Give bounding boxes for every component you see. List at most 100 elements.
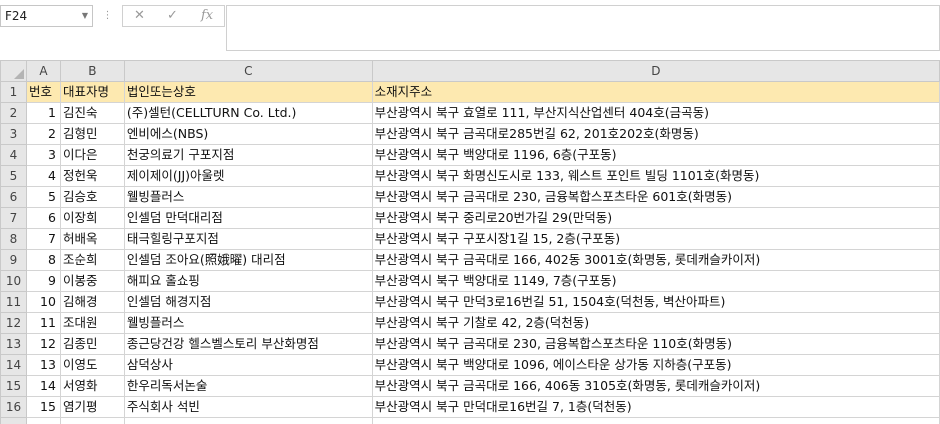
cell-representative[interactable]: 이봉중 bbox=[59, 270, 125, 292]
row-header[interactable]: 15 bbox=[0, 375, 27, 397]
cell-address[interactable]: 부산광역시 북구 금곡대로285번길 62, 201호202호(화명동) bbox=[371, 123, 940, 145]
header-cell-company[interactable]: 법인또는상호 bbox=[123, 81, 373, 103]
row-header[interactable]: 9 bbox=[0, 249, 27, 271]
cell-representative[interactable]: 김진숙 bbox=[59, 102, 125, 124]
cell-address[interactable]: 부산광역시 북구 금곡대로 166, 402동 3001호(화명동, 롯데캐슬카… bbox=[371, 249, 940, 271]
row-header[interactable]: 5 bbox=[0, 165, 27, 187]
cell-company[interactable]: 엔비에스(NBS) bbox=[123, 123, 373, 145]
cell[interactable] bbox=[371, 417, 940, 424]
cell-company[interactable]: 인셀덤 만덕대리점 bbox=[123, 207, 373, 229]
cell-representative[interactable]: 정헌욱 bbox=[59, 165, 125, 187]
cell-company[interactable]: 천궁의료기 구포지점 bbox=[123, 144, 373, 166]
cell-number[interactable]: 8 bbox=[25, 249, 61, 271]
cell-company[interactable]: 웰빙플러스 bbox=[123, 312, 373, 334]
cell-company[interactable]: 웰빙플러스 bbox=[123, 186, 373, 208]
cell-representative[interactable]: 김종민 bbox=[59, 333, 125, 355]
cell-address[interactable]: 부산광역시 북구 금곡대로 230, 금융복합스포츠타운 110호(화명동) bbox=[371, 333, 940, 355]
cell-representative[interactable]: 허배옥 bbox=[59, 228, 125, 250]
cell-representative[interactable]: 김형민 bbox=[59, 123, 125, 145]
cell-representative[interactable]: 염기평 bbox=[59, 396, 125, 418]
cell-address[interactable]: 부산광역시 북구 금곡대로 230, 금융복합스포츠타운 601호(화명동) bbox=[371, 186, 940, 208]
row-header[interactable]: 12 bbox=[0, 312, 27, 334]
cell-representative[interactable]: 이다은 bbox=[59, 144, 125, 166]
formula-input[interactable] bbox=[226, 5, 940, 51]
header-cell-address[interactable]: 소재지주소 bbox=[371, 81, 940, 103]
name-box[interactable]: F24 ▼ bbox=[0, 5, 93, 27]
cell-address[interactable]: 부산광역시 북구 백양대로 1196, 6층(구포동) bbox=[371, 144, 940, 166]
cell-number[interactable]: 2 bbox=[25, 123, 61, 145]
cell-company[interactable]: 주식회사 석빈 bbox=[123, 396, 373, 418]
cell[interactable] bbox=[59, 417, 125, 424]
row-header[interactable]: 11 bbox=[0, 291, 27, 313]
cell-address[interactable]: 부산광역시 북구 중리로20번가길 29(만덕동) bbox=[371, 207, 940, 229]
enter-icon[interactable]: ✓ bbox=[167, 7, 178, 25]
cell-representative[interactable]: 김승호 bbox=[59, 186, 125, 208]
header-cell-number[interactable]: 번호 bbox=[25, 81, 61, 103]
row-header[interactable]: 13 bbox=[0, 333, 27, 355]
cell-address[interactable]: 부산광역시 북구 만덕대로16번길 7, 1층(덕천동) bbox=[371, 396, 940, 418]
row-header[interactable]: 3 bbox=[0, 123, 27, 145]
cell-address[interactable]: 부산광역시 북구 구포시장1길 15, 2층(구포동) bbox=[371, 228, 940, 250]
row-header[interactable]: 2 bbox=[0, 102, 27, 124]
cell[interactable] bbox=[25, 417, 61, 424]
cell-company[interactable]: 태극힐링구포지점 bbox=[123, 228, 373, 250]
cell-address[interactable]: 부산광역시 북구 화명신도시로 133, 웨스트 포인트 빌딩 1101호(화명… bbox=[371, 165, 940, 187]
cell-number[interactable]: 9 bbox=[25, 270, 61, 292]
cell-address[interactable]: 부산광역시 북구 금곡대로 166, 406동 3105호(화명동, 롯데캐슬카… bbox=[371, 375, 940, 397]
cell-number[interactable]: 6 bbox=[25, 207, 61, 229]
cell-company[interactable]: (주)셀턴(CELLTURN Co. Ltd.) bbox=[123, 102, 373, 124]
cell-company[interactable]: 종근당건강 헬스벨스토리 부산화명점 bbox=[123, 333, 373, 355]
cell-representative[interactable]: 서영화 bbox=[59, 375, 125, 397]
row-header[interactable]: 10 bbox=[0, 270, 27, 292]
cell[interactable] bbox=[123, 417, 373, 424]
header-cell-representative[interactable]: 대표자명 bbox=[59, 81, 125, 103]
cell-number[interactable]: 5 bbox=[25, 186, 61, 208]
cell-number[interactable]: 10 bbox=[25, 291, 61, 313]
cell-address[interactable]: 부산광역시 북구 백양대로 1096, 에이스타운 상가동 지하층(구포동) bbox=[371, 354, 940, 376]
row-header[interactable]: 7 bbox=[0, 207, 27, 229]
cell-representative[interactable]: 조대원 bbox=[59, 312, 125, 334]
table-row: 9 8 조순희 인셀덤 조아요(照娥曜) 대리점 부산광역시 북구 금곡대로 166, … bbox=[0, 249, 940, 271]
cell-address[interactable]: 부산광역시 북구 효열로 111, 부산지식산업센터 404호(금곡동) bbox=[371, 102, 940, 124]
table-row: 12 11 조대원 웰빙플러스 부산광역시 북구 기찰로 42, 2층(덕천동) bbox=[0, 312, 940, 334]
row-header[interactable]: 16 bbox=[0, 396, 27, 418]
row-header[interactable]: 6 bbox=[0, 186, 27, 208]
chevron-down-icon[interactable]: ▼ bbox=[82, 6, 88, 26]
cell-company[interactable]: 한우리독서논술 bbox=[123, 375, 373, 397]
cell-company[interactable]: 제이제이(JJ)아울렛 bbox=[123, 165, 373, 187]
cell-number[interactable]: 7 bbox=[25, 228, 61, 250]
cell-representative[interactable]: 이영도 bbox=[59, 354, 125, 376]
cell-number[interactable]: 4 bbox=[25, 165, 61, 187]
cancel-icon[interactable]: ✕ bbox=[134, 7, 145, 25]
row-header[interactable]: 14 bbox=[0, 354, 27, 376]
cell-company[interactable]: 해피요 홀쇼핑 bbox=[123, 270, 373, 292]
row-header[interactable]: 8 bbox=[0, 228, 27, 250]
table-row bbox=[0, 417, 940, 424]
column-header-d[interactable]: D bbox=[371, 60, 940, 82]
column-header-b[interactable]: B bbox=[59, 60, 125, 82]
cell-number[interactable]: 14 bbox=[25, 375, 61, 397]
column-header-a[interactable]: A bbox=[25, 60, 61, 82]
cell-representative[interactable]: 이장희 bbox=[59, 207, 125, 229]
cell-number[interactable]: 3 bbox=[25, 144, 61, 166]
cell-address[interactable]: 부산광역시 북구 기찰로 42, 2층(덕천동) bbox=[371, 312, 940, 334]
row-header[interactable] bbox=[0, 417, 27, 424]
formula-bar-splitter-icon[interactable]: ⋮ bbox=[102, 9, 113, 23]
cell-number[interactable]: 11 bbox=[25, 312, 61, 334]
row-header[interactable]: 1 bbox=[0, 81, 27, 103]
row-header[interactable]: 4 bbox=[0, 144, 27, 166]
cell-address[interactable]: 부산광역시 북구 백양대로 1149, 7층(구포동) bbox=[371, 270, 940, 292]
cell-number[interactable]: 12 bbox=[25, 333, 61, 355]
cell-number[interactable]: 13 bbox=[25, 354, 61, 376]
cell-representative[interactable]: 김해경 bbox=[59, 291, 125, 313]
select-all-button[interactable] bbox=[0, 60, 27, 82]
cell-company[interactable]: 삼덕상사 bbox=[123, 354, 373, 376]
cell-representative[interactable]: 조순희 bbox=[59, 249, 125, 271]
cell-number[interactable]: 15 bbox=[25, 396, 61, 418]
cell-address[interactable]: 부산광역시 북구 만덕3로16번길 51, 1504호(덕천동, 벽산아파트) bbox=[371, 291, 940, 313]
cell-number[interactable]: 1 bbox=[25, 102, 61, 124]
cell-company[interactable]: 인셀덤 조아요(照娥曜) 대리점 bbox=[123, 249, 373, 271]
cell-company[interactable]: 인셀덤 해경지점 bbox=[123, 291, 373, 313]
column-header-c[interactable]: C bbox=[123, 60, 373, 82]
insert-function-icon[interactable]: fx bbox=[201, 7, 213, 25]
